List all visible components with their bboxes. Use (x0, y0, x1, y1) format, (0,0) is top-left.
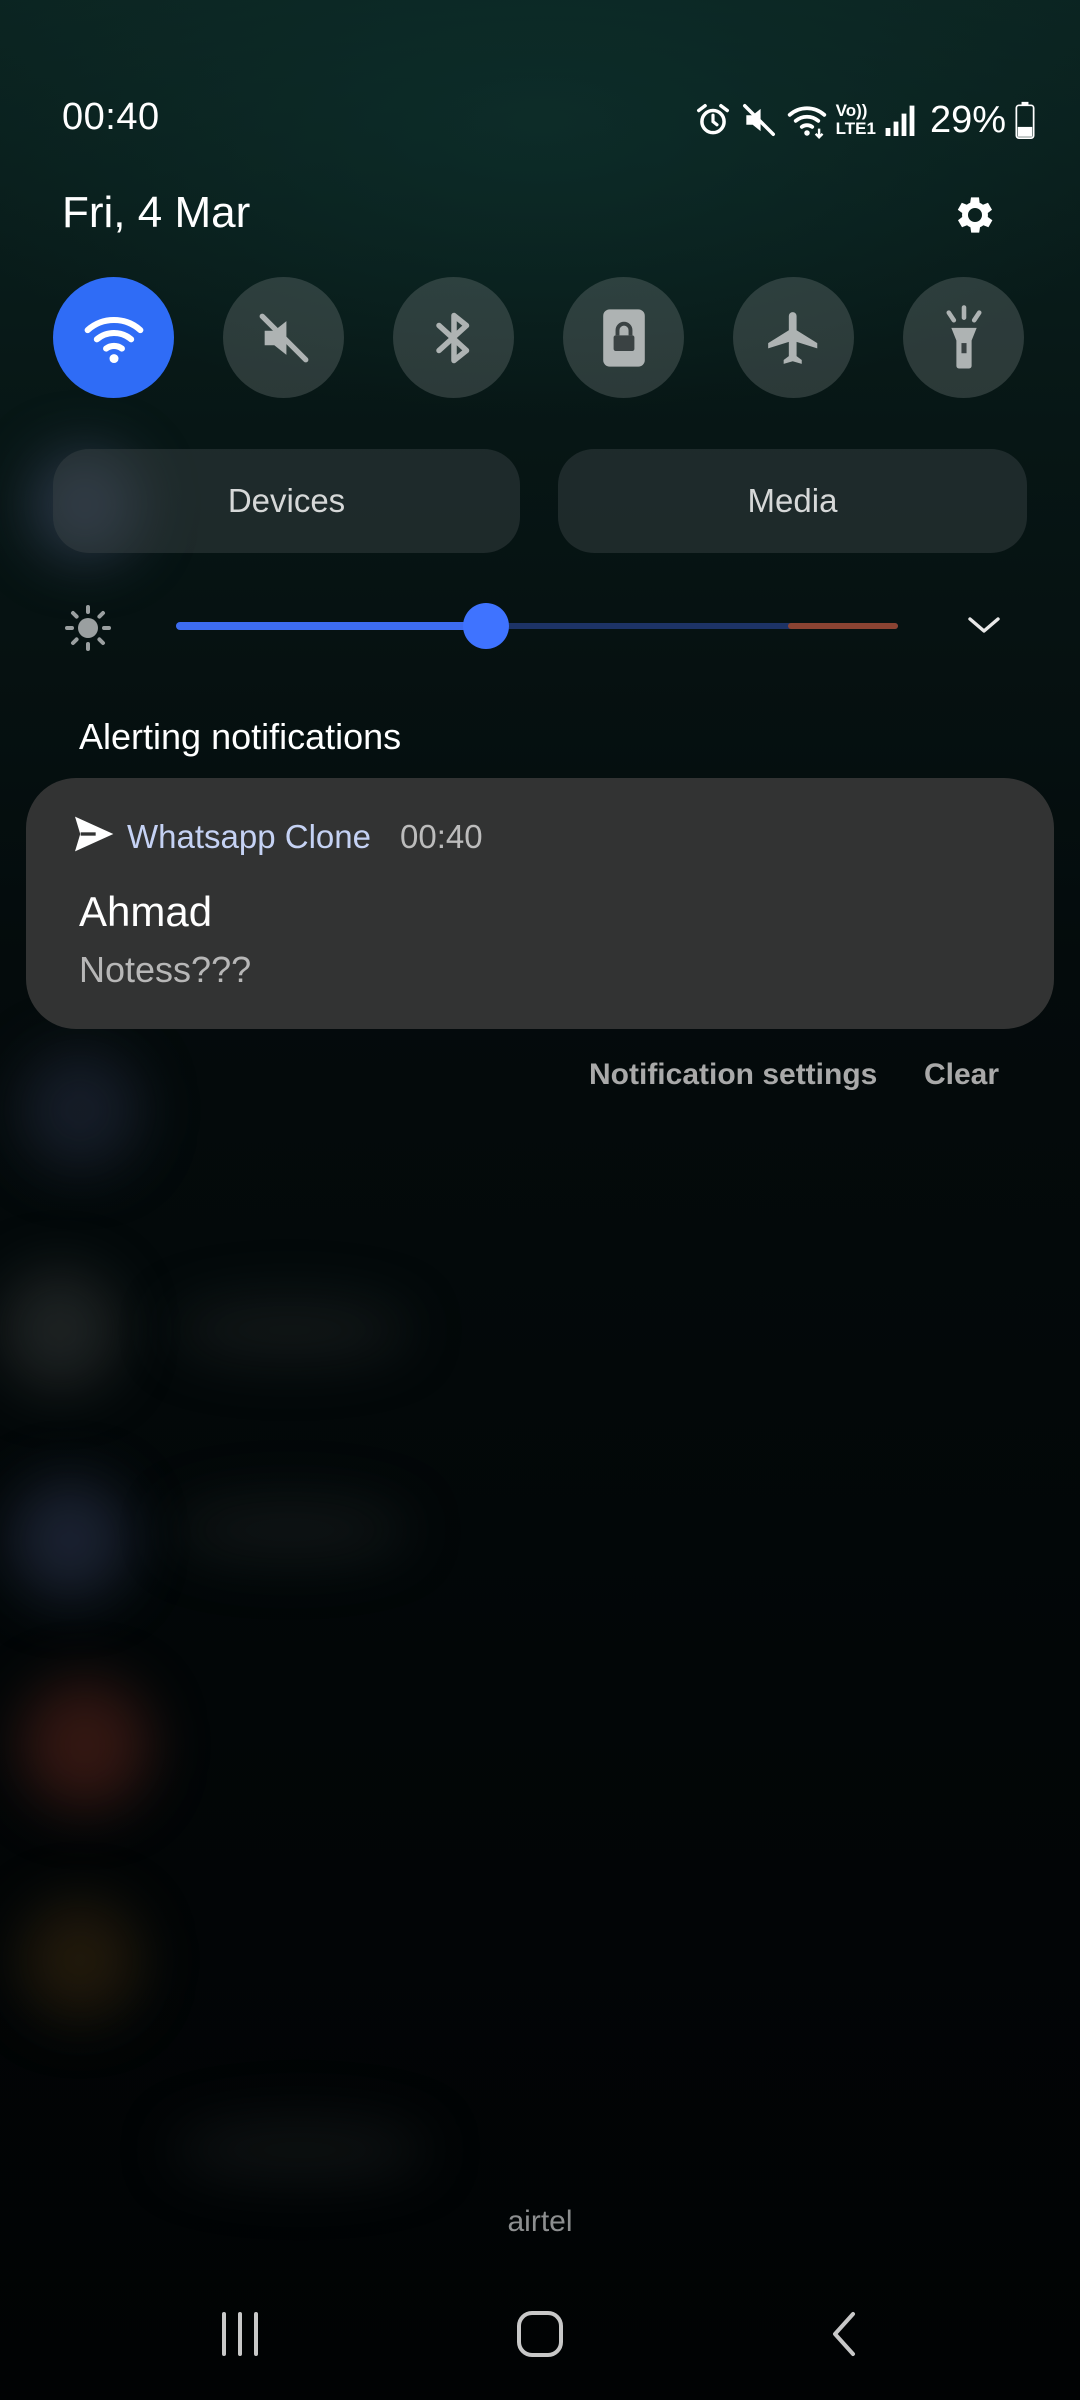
bluetooth-icon (435, 312, 469, 363)
chevron-down-icon (968, 617, 1000, 633)
background-blur (170, 1300, 410, 1360)
gear-icon (957, 197, 993, 233)
section-title: Alerting notifications (79, 716, 402, 757)
notification-sender: Ahmad (79, 888, 213, 935)
mute-icon (742, 104, 775, 136)
volte-lte-icon: Vo)) LTE1 (836, 102, 876, 138)
toggle-airplane-mode[interactable] (733, 277, 854, 398)
notification-time: 00:40 (400, 818, 483, 855)
flashlight-icon (945, 304, 982, 368)
toggle-rotation-lock[interactable] (563, 277, 684, 398)
back-button[interactable] (800, 2306, 890, 2362)
battery-percentage: 29% (929, 98, 1006, 141)
notification-shade: 00:40 Vo)) LTE1 29% Fri, 4 Mar Devices M… (0, 0, 1080, 2400)
wifi-icon (787, 106, 826, 139)
expand-panel-button[interactable] (962, 610, 1006, 640)
lte-label: LTE1 (835, 119, 876, 138)
volte-label: Vo)) (835, 101, 868, 120)
alarm-icon (696, 104, 729, 135)
media-button[interactable]: Media (558, 449, 1027, 553)
background-blur (170, 1500, 410, 1560)
signal-icon (885, 105, 915, 136)
back-icon (833, 2312, 855, 2356)
airplane-icon (767, 311, 817, 364)
mute-icon (259, 313, 308, 362)
background-blur (20, 1900, 140, 2020)
home-icon (517, 2311, 563, 2357)
toggle-bluetooth[interactable] (393, 277, 514, 398)
brightness-slider-handle[interactable] (463, 603, 510, 649)
notification-settings-button[interactable]: Notification settings (589, 1058, 877, 1092)
brightness-slider-extra (788, 623, 898, 629)
background-blur (170, 2120, 430, 2180)
recents-icon (222, 2312, 258, 2356)
notification-message: Notess??? (79, 949, 252, 990)
battery-icon (1015, 101, 1035, 139)
send-icon (75, 816, 114, 852)
clear-button[interactable]: Clear (924, 1058, 999, 1092)
date: Fri, 4 Mar (62, 188, 251, 237)
toggle-wifi[interactable] (53, 277, 174, 398)
carrier-label: airtel (507, 2205, 573, 2238)
media-label: Media (747, 482, 838, 519)
background-blur (10, 1480, 130, 1600)
wifi-icon (84, 316, 143, 363)
background-blur (20, 1050, 140, 1170)
settings-button[interactable] (946, 186, 1004, 244)
notification-app-name: Whatsapp Clone (127, 818, 371, 855)
lock-icon (602, 308, 645, 367)
background-blur (0, 1270, 120, 1390)
brightness-icon (65, 605, 111, 651)
status-time: 00:40 (62, 96, 160, 138)
devices-button[interactable]: Devices (53, 449, 520, 553)
background-blur (20, 1680, 150, 1810)
brightness-slider-fill (176, 622, 487, 630)
toggle-sound[interactable] (223, 277, 344, 398)
home-button[interactable] (495, 2306, 585, 2362)
status-icons: Vo)) LTE1 29% (694, 96, 1036, 144)
recents-button[interactable] (195, 2306, 285, 2362)
toggle-flashlight[interactable] (903, 277, 1024, 398)
devices-label: Devices (227, 482, 346, 519)
